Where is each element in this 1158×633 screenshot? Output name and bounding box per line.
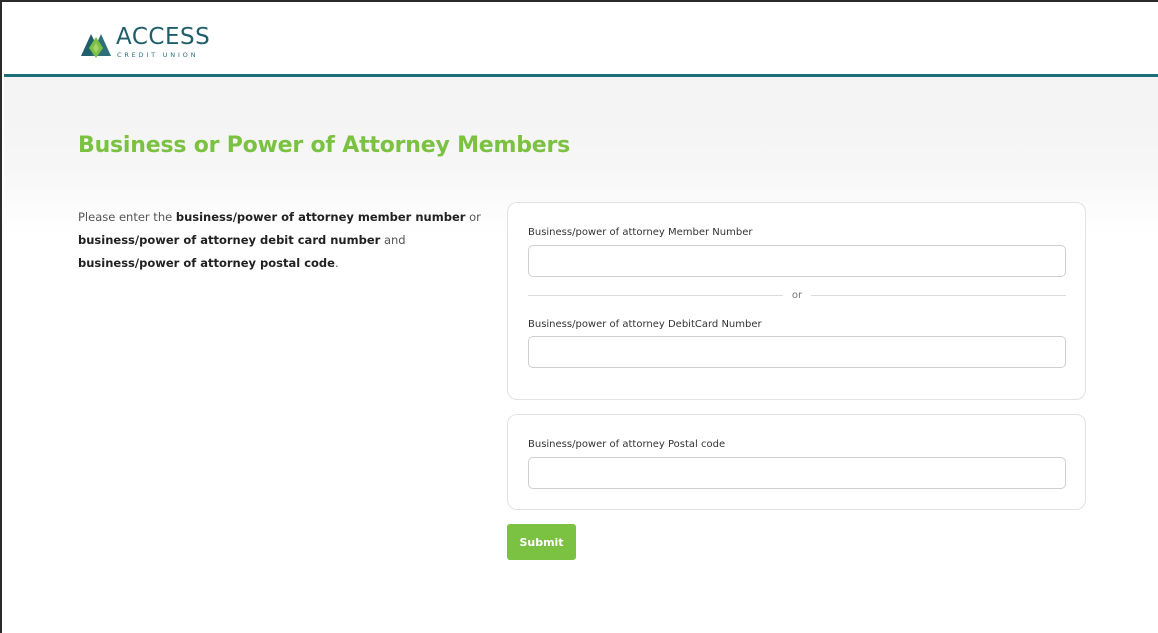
- instructions-bold-member-number: business/power of attorney member number: [175, 210, 466, 224]
- instructions-bold-postal-code: business/power of attorney postal code: [78, 256, 335, 270]
- access-mountain-logo-icon: [79, 25, 113, 63]
- postal-code-label: Business/power of attorney Postal code: [528, 439, 726, 450]
- brand-name: ACCESS: [116, 24, 211, 50]
- submit-button[interactable]: Submit: [507, 524, 576, 560]
- or-separator-text: or: [791, 290, 803, 301]
- instructions-part: .: [334, 256, 339, 270]
- member-number-input[interactable]: [528, 245, 1066, 277]
- instructions-part: or: [465, 210, 481, 224]
- instructions-bold-debit-card: business/power of attorney debit card nu…: [78, 233, 381, 247]
- instructions-text: Please enter the business/power of attor…: [78, 206, 488, 275]
- brand-tagline: CREDIT UNION: [117, 51, 199, 59]
- debit-card-number-label: Business/power of attorney DebitCard Num…: [528, 319, 762, 330]
- postal-code-input[interactable]: [528, 457, 1066, 489]
- page-frame: ACCESS CREDIT UNION Business or Power of…: [0, 0, 1158, 633]
- account-identifier-card: Business/power of attorney Member Number…: [507, 202, 1086, 400]
- debit-card-number-input[interactable]: [528, 336, 1066, 368]
- instructions-part: Please enter the: [78, 210, 176, 224]
- page-title: Business or Power of Attorney Members: [78, 133, 571, 158]
- instructions-part: and: [380, 233, 406, 247]
- brand-logo[interactable]: ACCESS CREDIT UNION: [79, 24, 229, 64]
- postal-code-card: Business/power of attorney Postal code: [507, 414, 1086, 510]
- member-number-label: Business/power of attorney Member Number: [528, 227, 753, 238]
- site-header: ACCESS CREDIT UNION: [4, 4, 1158, 77]
- or-divider: or: [528, 289, 1066, 303]
